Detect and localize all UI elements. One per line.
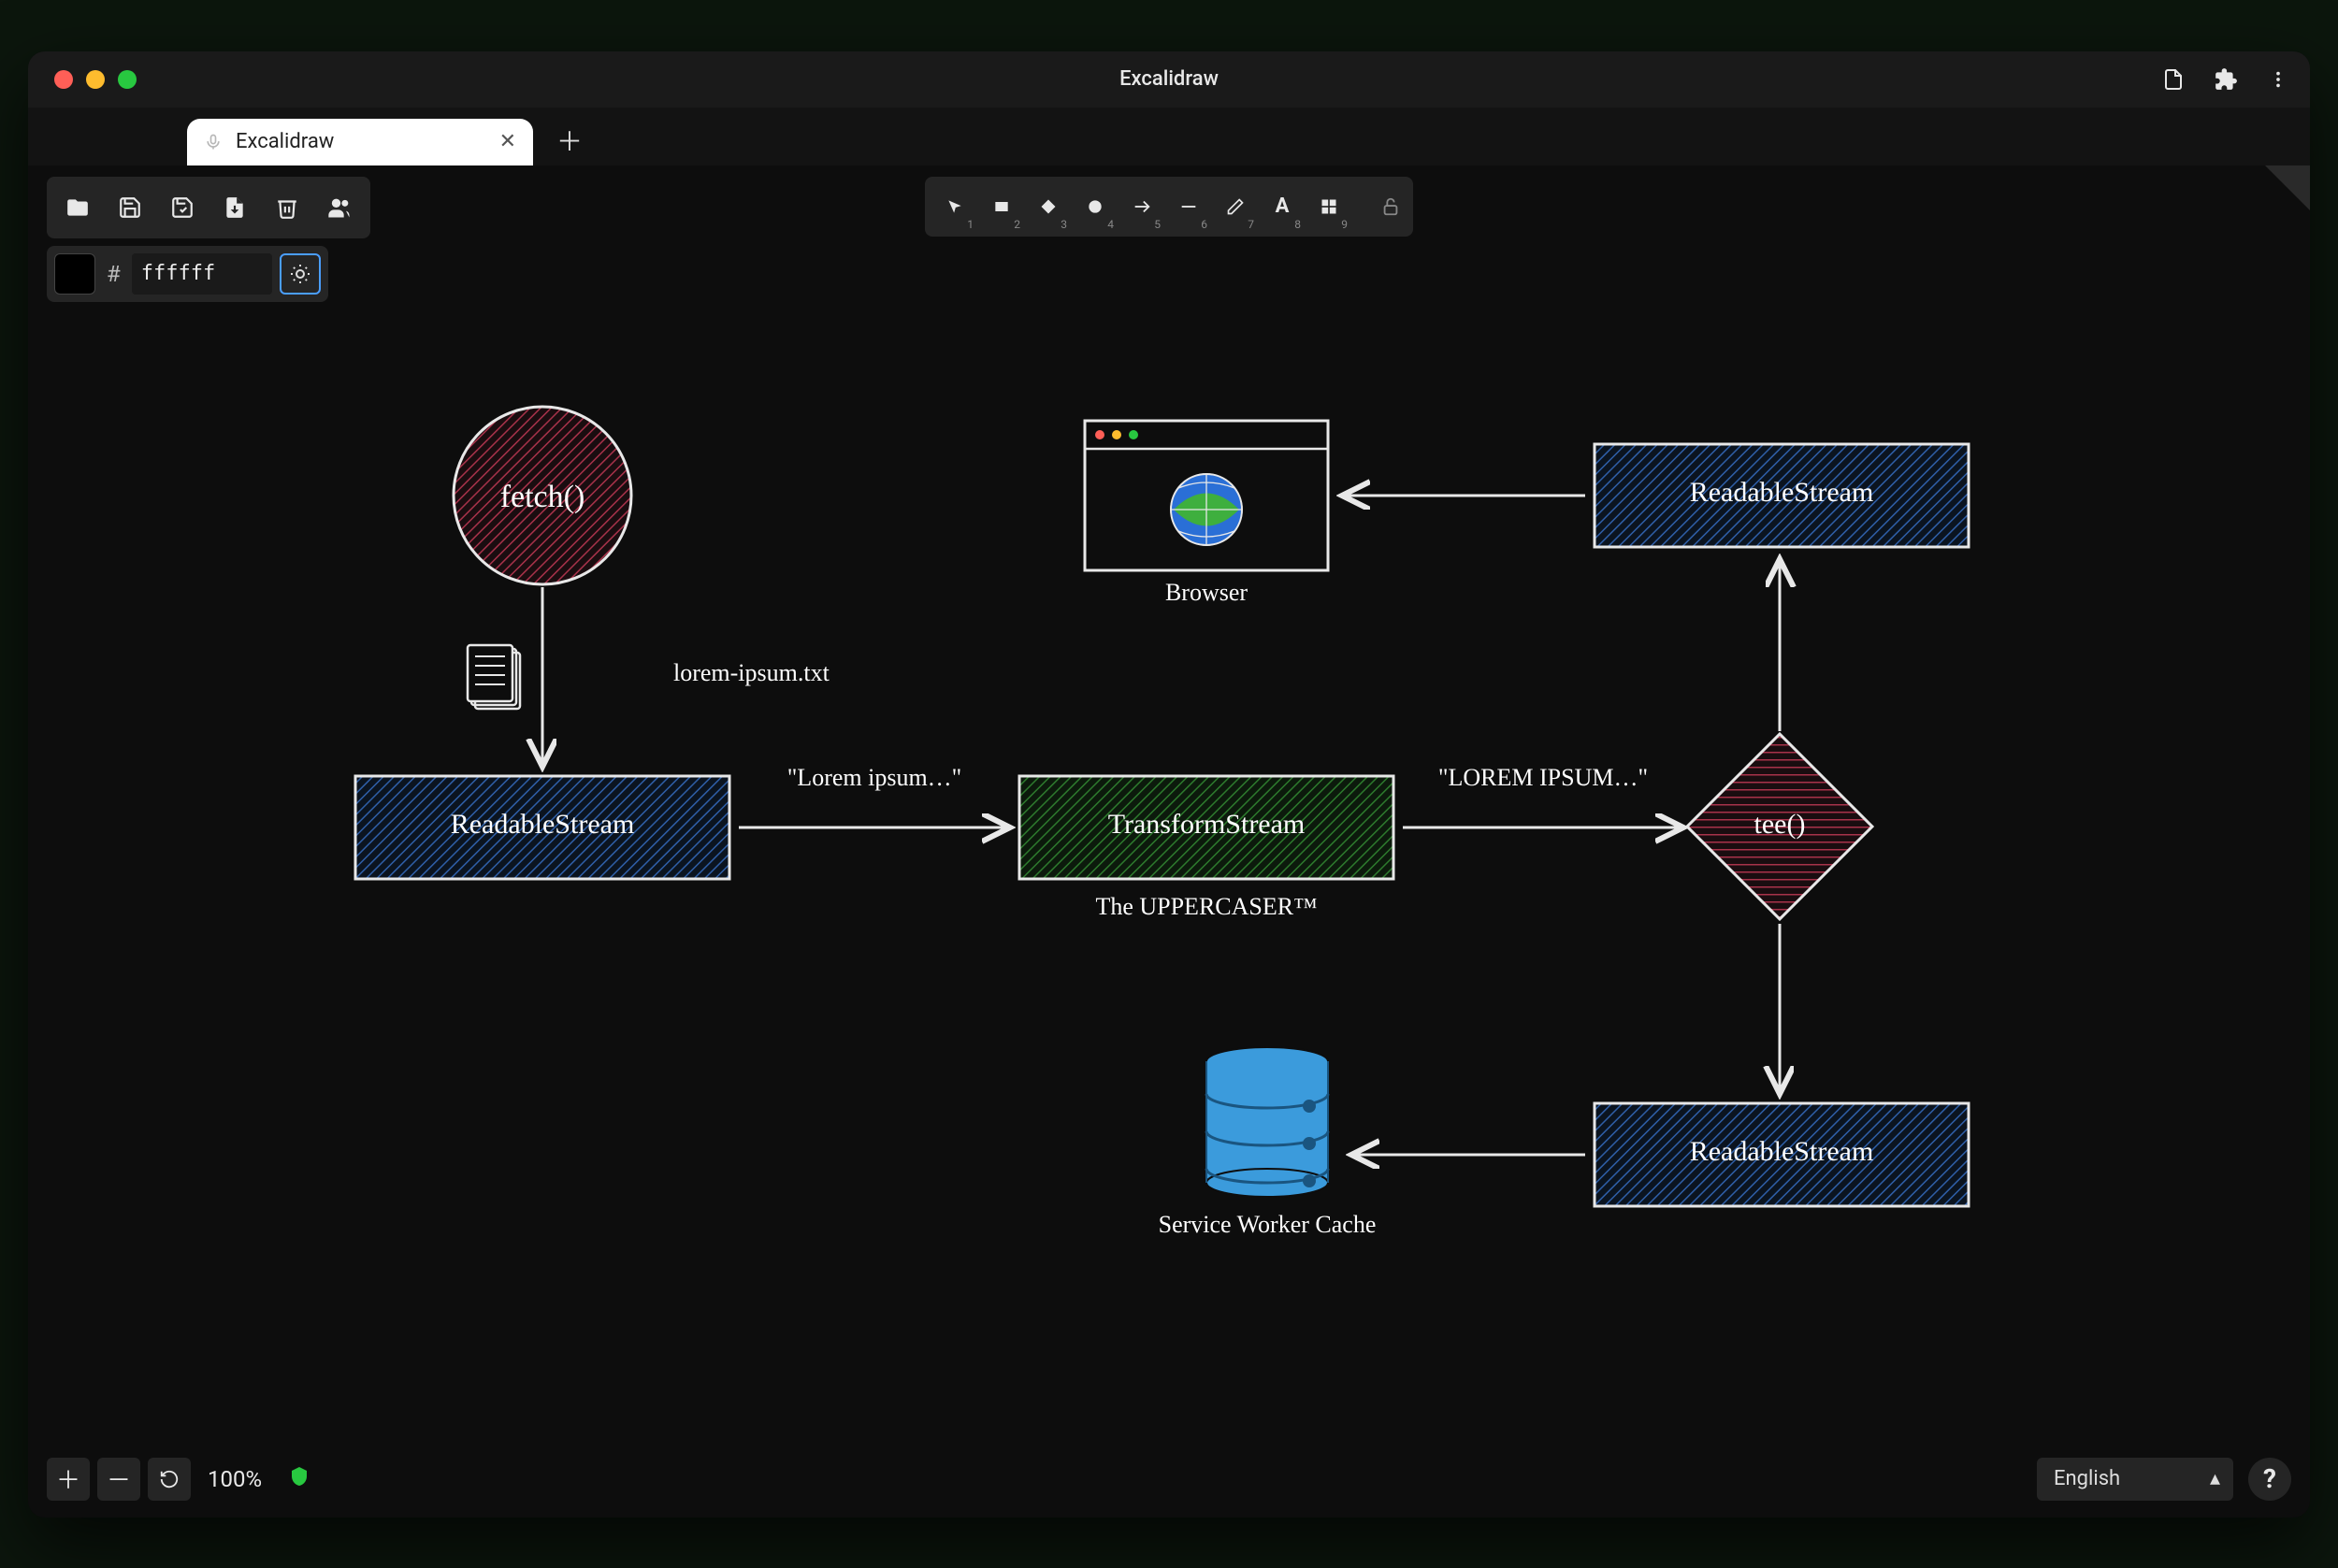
help-button[interactable]: ? xyxy=(2248,1458,2291,1501)
label-readable3: ReadableStream xyxy=(1690,1136,1874,1168)
encryption-shield-icon[interactable] xyxy=(288,1465,310,1493)
browser-tab[interactable]: Excalidraw ✕ xyxy=(187,119,533,165)
label-edge-upper: "LOREM IPSUM…" xyxy=(1438,764,1648,792)
label-edge-lower: "Lorem ipsum…" xyxy=(787,764,962,792)
bottom-right-controls: English ▴ ? xyxy=(2037,1458,2291,1501)
label-transform-sub: The UPPERCASER™ xyxy=(1095,893,1317,921)
label-fetch: fetch() xyxy=(500,480,585,515)
close-tab-icon[interactable]: ✕ xyxy=(499,130,516,153)
node-database xyxy=(1206,1047,1328,1197)
label-readable2: ReadableStream xyxy=(1690,477,1874,509)
menu-vertical-icon[interactable] xyxy=(2265,66,2291,93)
language-select[interactable]: English ▴ xyxy=(2037,1458,2233,1501)
node-browser xyxy=(1085,421,1328,570)
chevron-up-icon: ▴ xyxy=(2210,1467,2220,1490)
new-tab-button[interactable]: ＋ xyxy=(550,121,589,160)
zoom-reset-button[interactable] xyxy=(148,1458,191,1501)
file-icon xyxy=(468,645,520,709)
app-window: Excalidraw Excalidraw ✕ ＋ xyxy=(28,51,2310,1518)
zoom-controls: ＋ － 100% xyxy=(47,1458,310,1501)
extensions-icon[interactable] xyxy=(2213,66,2239,93)
page-icon[interactable] xyxy=(2160,66,2186,93)
diagram-canvas xyxy=(28,165,2310,1518)
label-tee: tee() xyxy=(1754,809,1806,841)
titlebar: Excalidraw xyxy=(28,51,2310,108)
window-title: Excalidraw xyxy=(28,67,2310,91)
label-transform: TransformStream xyxy=(1108,809,1306,841)
zoom-in-button[interactable]: ＋ xyxy=(47,1458,90,1501)
tab-label: Excalidraw xyxy=(236,130,334,153)
canvas-area[interactable]: # 1 2 3 4 xyxy=(28,165,2310,1518)
label-browser: Browser xyxy=(1165,579,1248,607)
label-cache: Service Worker Cache xyxy=(1159,1211,1377,1239)
label-readable1: ReadableStream xyxy=(451,809,635,841)
tab-strip: Excalidraw ✕ ＋ xyxy=(28,108,2310,165)
zoom-out-button[interactable]: － xyxy=(97,1458,140,1501)
zoom-percent: 100% xyxy=(208,1466,262,1492)
site-icon xyxy=(204,133,223,151)
label-file: lorem-ipsum.txt xyxy=(673,659,830,687)
language-label: English xyxy=(2054,1467,2120,1490)
